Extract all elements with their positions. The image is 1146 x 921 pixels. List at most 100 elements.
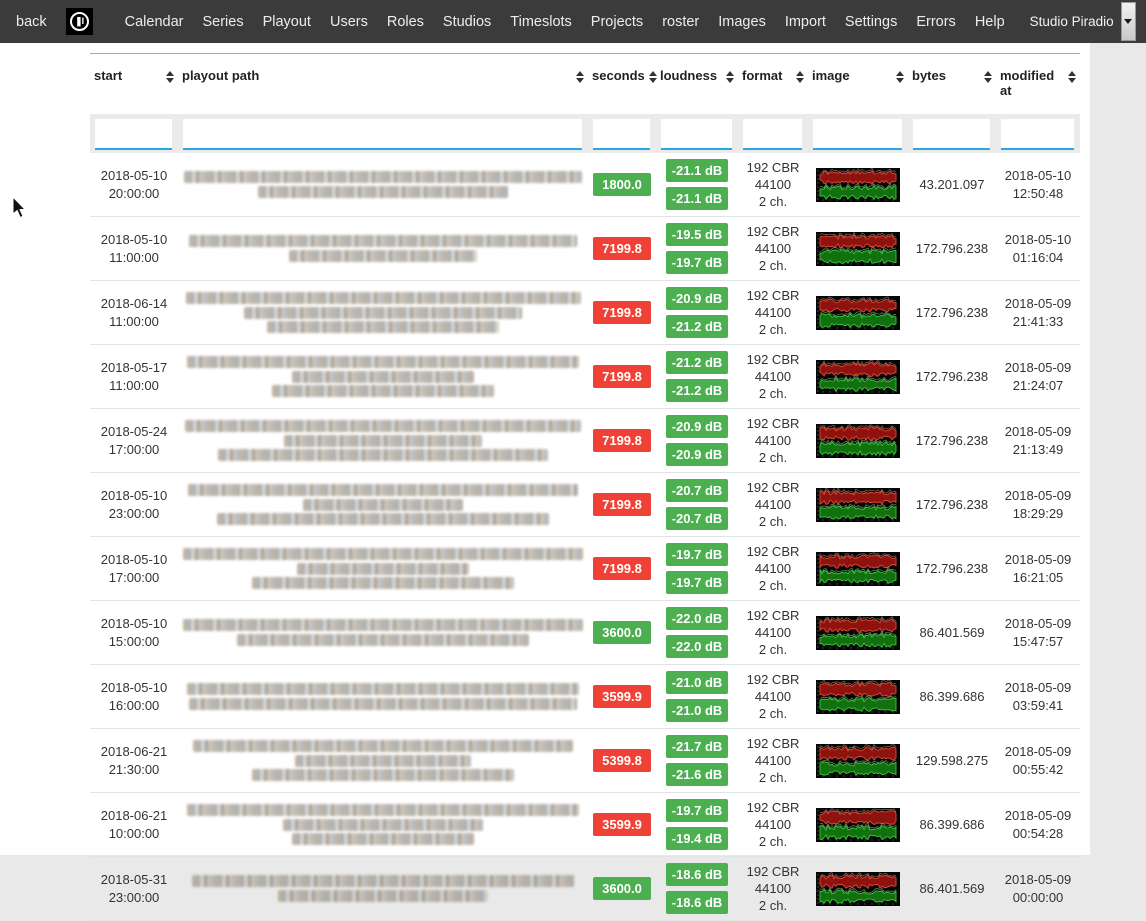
- waveform-image[interactable]: [808, 217, 908, 281]
- loudness-cell: -21.2 dB-21.2 dB: [656, 345, 738, 409]
- playout-path-blurred: [178, 153, 588, 217]
- playout-path-blurred: [178, 281, 588, 345]
- waveform-image[interactable]: [808, 665, 908, 729]
- loudness-cell: -21.0 dB-21.0 dB: [656, 665, 738, 729]
- column-label: loudness: [660, 68, 717, 83]
- nav-item-users[interactable]: Users: [330, 14, 368, 30]
- nav-item-images[interactable]: Images: [718, 14, 766, 30]
- main-content: start playout path seconds loudness format im…: [0, 43, 1090, 855]
- nav-item-roles[interactable]: Roles: [387, 14, 424, 30]
- filter-input-path[interactable]: [183, 119, 582, 150]
- nav-right-group: Studio Piradio Project 88vier Logout mi: [1024, 0, 1146, 43]
- start-cell: 2018-05-1017:00:00: [90, 537, 178, 601]
- column-header-format[interactable]: format: [738, 54, 808, 115]
- filter-input-seconds[interactable]: [593, 119, 650, 150]
- loudness-badge: -21.0 dB: [666, 671, 728, 694]
- sort-icon[interactable]: [649, 68, 657, 83]
- seconds-badge: 7199.8: [593, 365, 651, 388]
- loudness-badge: -19.7 dB: [666, 799, 728, 822]
- format-cell: 192 CBR441002 ch.: [738, 537, 808, 601]
- nav-item-help[interactable]: Help: [975, 14, 1005, 30]
- nav-item-back[interactable]: back: [16, 14, 47, 30]
- start-cell: 2018-05-2417:00:00: [90, 409, 178, 473]
- seconds-badge: 3599.9: [593, 685, 651, 708]
- playout-path-blurred: [178, 601, 588, 665]
- sort-icon[interactable]: [166, 68, 174, 83]
- loudness-badge: -21.1 dB: [666, 159, 728, 182]
- playout-path-blurred: [178, 345, 588, 409]
- loudness-badge: -18.6 dB: [666, 863, 728, 886]
- column-label: format: [742, 68, 782, 83]
- column-label: playout path: [182, 68, 259, 83]
- nav-item-calendar[interactable]: Calendar: [125, 14, 184, 30]
- waveform-image[interactable]: [808, 345, 908, 409]
- waveform-image[interactable]: [808, 601, 908, 665]
- nav-item-playout[interactable]: Playout: [263, 14, 311, 30]
- seconds-cell: 3600.0: [588, 601, 656, 665]
- column-header-start[interactable]: start: [90, 54, 178, 115]
- modified-at-cell: 2018-05-1012:50:48: [996, 153, 1080, 217]
- loudness-badge: -19.4 dB: [666, 827, 728, 850]
- filter-row: [90, 114, 1080, 153]
- modified-at-cell: 2018-05-0918:29:29: [996, 473, 1080, 537]
- waveform-image[interactable]: [808, 729, 908, 793]
- column-header-modified[interactable]: modified at: [996, 54, 1080, 115]
- sort-icon[interactable]: [576, 68, 584, 83]
- nav-item-timeslots[interactable]: Timeslots: [510, 14, 572, 30]
- filter-input-format[interactable]: [743, 119, 802, 150]
- filter-input-start[interactable]: [95, 119, 172, 150]
- column-header-image[interactable]: image: [808, 54, 908, 115]
- chevron-down-icon[interactable]: [1121, 2, 1136, 41]
- waveform-image[interactable]: [808, 537, 908, 601]
- column-header-seconds[interactable]: seconds: [588, 54, 656, 115]
- start-cell: 2018-05-1711:00:00: [90, 345, 178, 409]
- playout-path-blurred: [178, 537, 588, 601]
- column-header-bytes[interactable]: bytes: [908, 54, 996, 115]
- filter-input-loudness[interactable]: [661, 119, 732, 150]
- piradio-logo-icon[interactable]: ❚I: [66, 8, 93, 35]
- table-row: 2018-06-1411:00:007199.8-20.9 dB-21.2 dB…: [90, 281, 1080, 345]
- playout-path-blurred: [178, 409, 588, 473]
- waveform-image[interactable]: [808, 857, 908, 921]
- modified-at-cell: 2018-05-1001:16:04: [996, 217, 1080, 281]
- sort-icon[interactable]: [726, 68, 734, 83]
- table-row: 2018-05-1017:00:007199.8-19.7 dB-19.7 dB…: [90, 537, 1080, 601]
- waveform-image[interactable]: [808, 153, 908, 217]
- sort-icon[interactable]: [796, 68, 804, 83]
- column-header-loudness[interactable]: loudness: [656, 54, 738, 115]
- filter-input-bytes[interactable]: [913, 119, 990, 150]
- nav-item-errors[interactable]: Errors: [916, 14, 955, 30]
- studio-select[interactable]: Studio Piradio: [1024, 2, 1136, 41]
- filter-input-image[interactable]: [813, 119, 902, 150]
- loudness-cell: -19.5 dB-19.7 dB: [656, 217, 738, 281]
- nav-item-settings[interactable]: Settings: [845, 14, 897, 30]
- project-select[interactable]: Project 88vier: [1141, 2, 1146, 41]
- seconds-cell: 7199.8: [588, 345, 656, 409]
- start-cell: 2018-06-2110:00:00: [90, 793, 178, 857]
- start-cell: 2018-05-1011:00:00: [90, 217, 178, 281]
- waveform-image[interactable]: [808, 473, 908, 537]
- waveform-image[interactable]: [808, 409, 908, 473]
- seconds-badge: 7199.8: [593, 493, 651, 516]
- playout-path-blurred: [178, 793, 588, 857]
- loudness-badge: -19.7 dB: [666, 543, 728, 566]
- seconds-badge: 3599.9: [593, 813, 651, 836]
- nav-item-projects[interactable]: Projects: [591, 14, 643, 30]
- nav-item-import[interactable]: Import: [785, 14, 826, 30]
- column-label: bytes: [912, 68, 946, 83]
- sort-icon[interactable]: [984, 68, 992, 83]
- playout-files-table: start playout path seconds loudness format im…: [90, 53, 1080, 921]
- column-header-path[interactable]: playout path: [178, 54, 588, 115]
- nav-item-roster[interactable]: roster: [662, 14, 699, 30]
- sort-icon[interactable]: [896, 68, 904, 83]
- nav-item-studios[interactable]: Studios: [443, 14, 491, 30]
- nav-item-series[interactable]: Series: [202, 14, 243, 30]
- sort-icon[interactable]: [1068, 68, 1076, 83]
- loudness-badge: -22.0 dB: [666, 635, 728, 658]
- loudness-badge: -19.7 dB: [666, 251, 728, 274]
- filter-input-modified[interactable]: [1001, 119, 1074, 150]
- top-nav: back ❚I Calendar Series Playout Users Roles S…: [0, 0, 1146, 43]
- waveform-image[interactable]: [808, 281, 908, 345]
- waveform-image[interactable]: [808, 793, 908, 857]
- modified-at-cell: 2018-05-0916:21:05: [996, 537, 1080, 601]
